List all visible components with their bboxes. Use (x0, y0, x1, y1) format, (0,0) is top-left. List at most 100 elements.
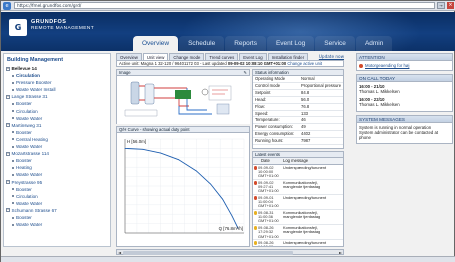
status-key: Energy consumption: (255, 131, 295, 137)
tree-unit[interactable]: Heating (6, 164, 110, 171)
severity-dot (253, 226, 258, 230)
tree-unit[interactable]: Pressure Booster (6, 79, 110, 86)
status-key: Head: (255, 96, 267, 102)
events-header: Latest events (253, 152, 343, 158)
tree-unit[interactable]: Waste Water (6, 171, 110, 178)
nav-tab-overview[interactable]: Overview (133, 36, 179, 51)
status-panel: Status information Operating Mode Normal C… (252, 69, 344, 149)
collapse-icon[interactable]: − (6, 180, 10, 185)
on-call-list: 16:00 - 21/10 Thomas L. Mikkelsen 16:00 - … (357, 82, 452, 111)
collapse-icon[interactable]: − (6, 66, 10, 71)
severity-dot (253, 181, 258, 185)
tree-unit[interactable]: Circulation (6, 108, 110, 115)
tree-unit[interactable]: Booster (6, 214, 110, 221)
event-row[interactable]: 09-08-26 17:29:32 GMT+01:00 Kommunikation… (253, 225, 343, 241)
scroll-right-icon[interactable]: ► (338, 250, 343, 255)
pump-symbol (175, 90, 191, 99)
tree-branch-icon (12, 81, 14, 84)
on-call-time-text: 16:00 - 22/10 (359, 96, 385, 102)
tree-branch-icon (12, 173, 14, 176)
collapse-icon[interactable]: − (6, 123, 10, 128)
tree-unit[interactable]: Waste Water (6, 115, 110, 122)
tree-label: Waste Water Install (16, 87, 56, 93)
subtab-trend-curves[interactable]: Trend curves (205, 53, 239, 60)
event-row[interactable]: 09-09-02 10:00:00 GMT+01:00 Underspænding… (253, 165, 343, 181)
nav-tab-reports[interactable]: Reports (225, 36, 266, 51)
change-unit-link[interactable]: Change active unit (287, 61, 322, 66)
chart-title: Q/H Curve - showing actual duty point (119, 127, 190, 132)
tree-unit[interactable]: Booster (6, 129, 110, 136)
nav-tab-schedule[interactable]: Schedule (179, 36, 225, 51)
scroll-thumb[interactable] (123, 251, 293, 255)
on-call-box: ON CALL TODAY 16:00 - 21/10 Thomas L. Mik… (356, 74, 453, 113)
subtab-installation-finder[interactable]: Installation finder (267, 53, 309, 60)
event-row[interactable]: 09-09-02 09:27:41 GMT+01:00 Kommunikation… (253, 179, 343, 196)
event-date: 09-09-01 11:00:04 GMT+01:00 (258, 194, 279, 209)
tree-unit[interactable]: Circulation (6, 72, 110, 79)
event-row[interactable]: 09-08-26 14:00:00 GMT+01:00 Underspænding… (253, 240, 343, 246)
event-date: 09-08-31 11:00:36 GMT+01:00 (258, 209, 279, 224)
status-header: Status information (253, 70, 343, 76)
nav-tab-admin[interactable]: Admin (355, 36, 393, 51)
tree-unit[interactable]: Central Heating (6, 136, 110, 143)
brand-name: GRUNDFOS (31, 19, 67, 25)
tree-branch-icon (12, 223, 14, 226)
status-row: Operating Mode Normal (253, 76, 343, 83)
tree-site[interactable]: − Schumann Strasse 67 (6, 207, 110, 214)
event-row[interactable]: 09-08-31 11:00:36 GMT+01:00 Kommunikation… (253, 209, 343, 226)
tree-unit[interactable]: Waste Water (6, 143, 110, 150)
status-value: 133 (301, 110, 308, 116)
close-icon[interactable]: × (447, 2, 454, 9)
tree-unit[interactable]: Booster (6, 186, 110, 193)
tree-site[interactable]: − Mozartstrasse 114 (6, 150, 110, 157)
tree-site[interactable]: − Lange Strasse 31 (6, 93, 110, 100)
tree-label: Waste Water (16, 172, 43, 178)
subtab-unit-view[interactable]: Unit view (142, 53, 169, 60)
tree-branch-icon (12, 117, 14, 120)
tree-unit[interactable]: Waste Water (6, 221, 110, 228)
events-list: 09-09-02 10:00:00 GMT+01:00 Underspænding… (253, 165, 343, 246)
subtab-overview[interactable]: Overview (116, 53, 142, 60)
scroll-left-icon[interactable]: ◄ (117, 250, 122, 255)
update-now-link[interactable]: Update now (319, 53, 344, 60)
tree-unit[interactable]: Waste Water (6, 200, 110, 207)
attention-link[interactable]: Motorgeaending for høj (365, 63, 409, 68)
pencil-icon[interactable]: ✎ (243, 70, 247, 76)
address-field[interactable]: https://fmel.grundfos.com/grd/ (14, 2, 435, 9)
status-title: Status information (255, 70, 289, 75)
tree-branch-icon (12, 195, 14, 198)
status-key: Flow: (255, 103, 266, 109)
qh-curve-point (210, 183, 212, 185)
subtab-change-mode[interactable]: Change mode (169, 53, 205, 60)
collapse-icon[interactable]: − (6, 208, 10, 213)
tree-label: Martinsweg 31 (11, 122, 42, 128)
tree-unit[interactable]: Booster (6, 100, 110, 107)
x-axis-label: Q [76.8m³/h] (219, 226, 243, 231)
event-date: 09-09-02 09:27:41 GMT+01:00 (258, 179, 279, 194)
tree-label: Waste Water (16, 222, 43, 228)
tree-branch-icon (12, 103, 14, 106)
status-value: 84.8 (301, 89, 310, 95)
tree-unit[interactable]: Waste Water Install (6, 86, 110, 93)
subtab-event-log[interactable]: Event Log (239, 53, 267, 60)
tree-site[interactable]: − Martinsweg 31 (6, 122, 110, 129)
status-row: Setpoint 84.8 (253, 90, 343, 97)
tree-site[interactable]: − Bellevue 14 (6, 65, 110, 72)
collapse-icon[interactable]: − (6, 151, 10, 156)
horizontal-scrollbar[interactable]: ◄ ► (116, 249, 344, 255)
brand-subtitle: REMOTE MANAGEMENT (31, 26, 95, 31)
tree-unit[interactable]: Circulation (6, 193, 110, 200)
go-button[interactable]: → (437, 2, 445, 9)
tree-label: Bellevue 14 (11, 66, 37, 71)
event-row[interactable]: 09-09-01 11:00:04 GMT+01:00 Underspænding… (253, 194, 343, 211)
nav-tab-event-log[interactable]: Event Log (266, 36, 315, 51)
status-rows: Operating Mode Normal Control mode Proporti… (253, 76, 343, 146)
qh-chart: H [56.0m] Q [76.8m³/h] (124, 138, 245, 234)
app-header: G GRUNDFOS REMOTE MANAGEMENT Overview Sch… (1, 12, 455, 51)
nav-tab-service[interactable]: Service (315, 36, 355, 51)
screen: e https://fmel.grundfos.com/grd/ → × G G… (0, 0, 455, 262)
qh-curve-point (178, 159, 179, 161)
tree-site[interactable]: − Preystrasse 95 (6, 179, 110, 186)
tree-unit[interactable]: Booster (6, 157, 110, 164)
collapse-icon[interactable]: − (6, 94, 10, 99)
